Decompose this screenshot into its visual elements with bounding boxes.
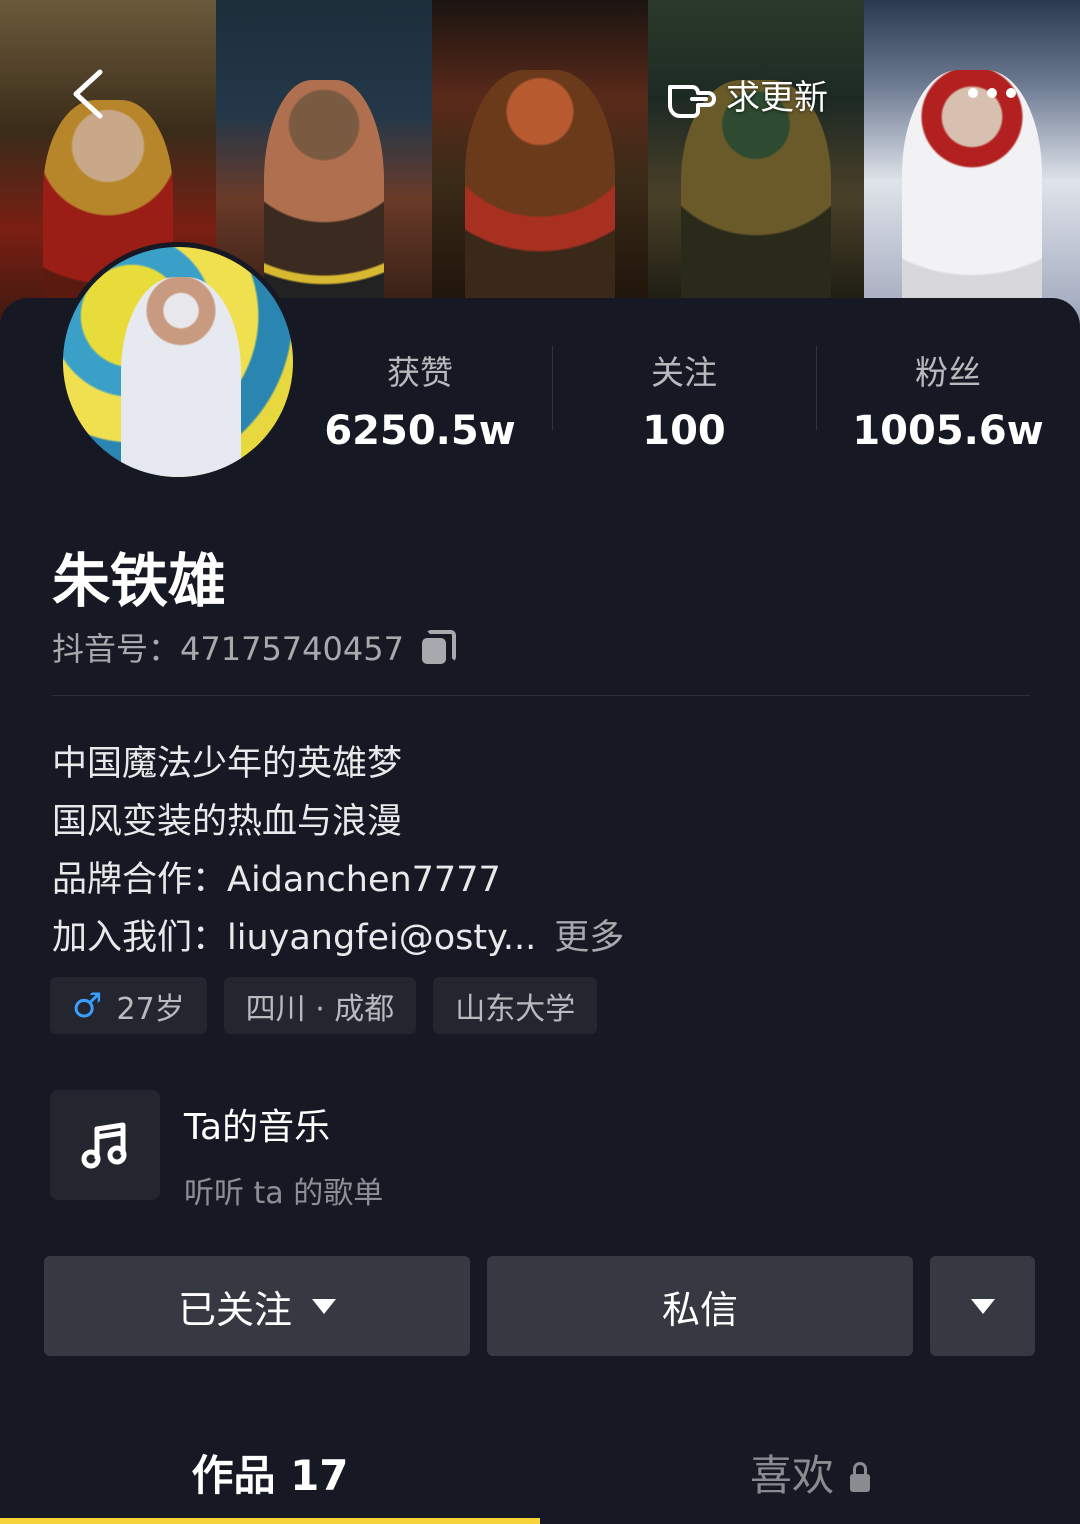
tab-works-label: 作品 17	[191, 1451, 349, 1500]
copy-icon[interactable]	[421, 630, 456, 664]
stat-followers[interactable]: 粉丝 1005.6w	[816, 338, 1080, 454]
more-options-button[interactable]	[968, 76, 1016, 110]
cover-image	[864, 0, 1080, 330]
request-update-label: 求更新	[726, 77, 828, 118]
school-tag: 山东大学	[433, 977, 598, 1034]
stat-likes[interactable]: 获赞 6250.5w	[288, 338, 552, 454]
male-icon: ♂	[72, 985, 103, 1026]
bio-line-last: 加入我们：liuyangfei@osty... 更多	[52, 909, 624, 967]
bio: 中国魔法少年的英雄梦 国风变装的热血与浪漫 品牌合作：Aidanchen7777…	[52, 735, 624, 967]
content-tabs: 作品 17 喜欢	[0, 1420, 1080, 1524]
stat-value: 1005.6w	[852, 408, 1044, 454]
age-tag: ♂ 27岁	[50, 977, 207, 1034]
avatar[interactable]	[58, 242, 298, 482]
music-entry[interactable]: Ta的音乐 听听 ta 的歌单	[50, 1090, 383, 1212]
chevron-left-icon	[73, 69, 103, 119]
recommend-dropdown-button[interactable]	[930, 1256, 1035, 1356]
bio-line: 国风变装的热血与浪漫	[52, 802, 403, 842]
stat-label: 获赞	[387, 353, 453, 392]
location-tag: 四川 · 成都	[223, 977, 417, 1034]
action-buttons: 已关注 私信	[44, 1256, 1036, 1356]
caret-down-icon	[312, 1298, 336, 1314]
music-subtitle: 听听 ta 的歌单	[184, 1176, 384, 1211]
request-update-button[interactable]: 求更新	[664, 66, 828, 122]
pointing-hand-icon	[668, 85, 716, 118]
bio-line: 品牌合作：Aidanchen7777	[52, 860, 501, 900]
douyin-id-text: 抖音号：47175740457	[52, 630, 404, 668]
bio-line: 加入我们：liuyangfei@osty...	[52, 918, 537, 958]
caret-down-icon	[970, 1298, 995, 1314]
profile-tags: ♂ 27岁 四川 · 成都 山东大学	[50, 977, 598, 1034]
profile-name: 朱铁雄	[52, 547, 227, 615]
bio-line: 中国魔法少年的英雄梦	[52, 744, 403, 784]
back-button[interactable]	[64, 66, 114, 122]
cover-image	[648, 0, 864, 330]
stat-following[interactable]: 关注 100	[552, 338, 816, 454]
stats-row: 获赞 6250.5w 关注 100 粉丝 1005.6w	[288, 338, 1080, 454]
followed-label: 已关注	[177, 1287, 292, 1332]
dot-icon	[1006, 88, 1016, 98]
stat-label: 关注	[651, 353, 717, 392]
followed-button[interactable]: 已关注	[44, 1256, 470, 1356]
dot-icon	[987, 88, 997, 98]
message-label: 私信	[661, 1287, 738, 1332]
tab-likes-label: 喜欢	[749, 1451, 834, 1500]
stat-value: 100	[642, 408, 726, 454]
stat-value: 6250.5w	[324, 408, 516, 454]
stat-label: 粉丝	[915, 353, 981, 392]
music-note-icon	[50, 1090, 160, 1200]
music-title: Ta的音乐	[184, 1107, 331, 1148]
lock-icon	[850, 1462, 870, 1492]
dot-icon	[968, 88, 978, 98]
tab-likes[interactable]: 喜欢	[540, 1420, 1080, 1524]
message-button[interactable]: 私信	[487, 1256, 913, 1356]
age-text: 27岁	[116, 991, 185, 1027]
cover-image	[432, 0, 648, 330]
bio-more-link[interactable]: 更多	[554, 918, 624, 958]
douyin-id: 抖音号：47175740457	[52, 624, 456, 670]
divider	[52, 695, 1030, 696]
tab-works[interactable]: 作品 17	[0, 1420, 540, 1524]
